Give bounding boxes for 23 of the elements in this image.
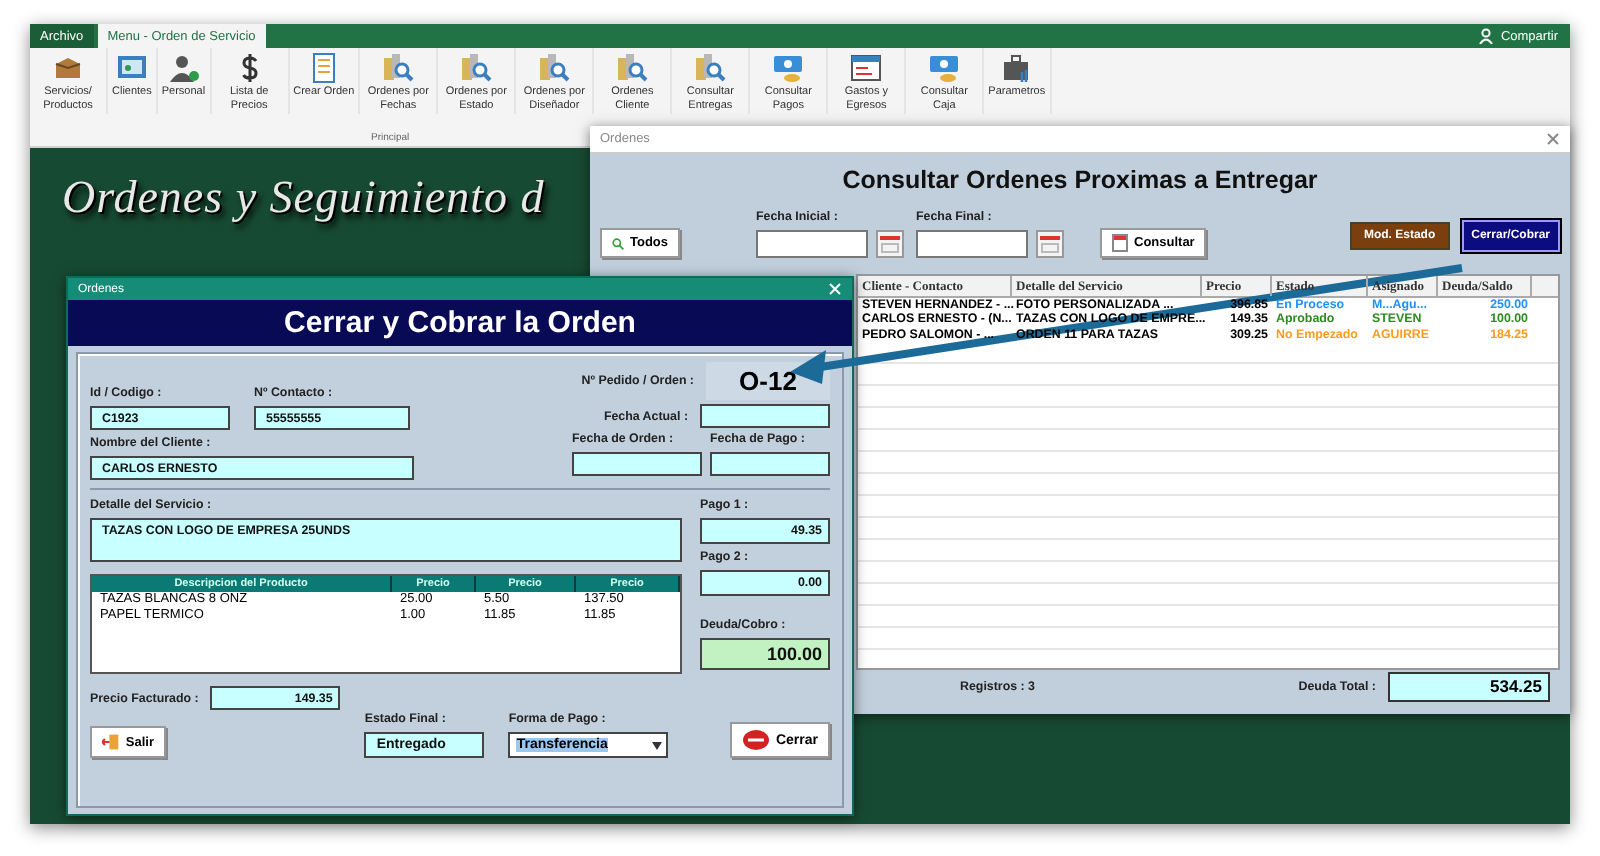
calendar-icon[interactable] — [1036, 230, 1064, 258]
date-field[interactable] — [572, 452, 702, 476]
total-field: 534.25 — [1388, 672, 1550, 702]
exit-door-icon — [102, 730, 120, 754]
document-icon — [1112, 234, 1128, 252]
stamp-icon — [742, 728, 770, 752]
date-field[interactable] — [700, 404, 830, 428]
box-icon — [52, 52, 84, 84]
search-icon — [612, 233, 624, 253]
dialog-heading: Cerrar y Cobrar la Orden — [68, 300, 852, 346]
date-field[interactable] — [710, 452, 830, 476]
calendar-icon[interactable] — [876, 230, 904, 258]
close-icon[interactable] — [1546, 132, 1560, 146]
person-icon — [1478, 28, 1495, 44]
caret-icon — [652, 741, 663, 749]
sheet-title: Ordenes y Seguimiento d — [60, 170, 545, 224]
date-field[interactable] — [916, 230, 1028, 258]
debt-field: 100.00 — [700, 638, 830, 670]
person-icon — [167, 52, 200, 84]
date-field[interactable] — [756, 230, 868, 258]
board-icon — [115, 52, 148, 84]
briefcase-icon — [1000, 52, 1033, 84]
dialog-heading: Consultar Ordenes Proximas a Entregar — [840, 166, 1320, 194]
